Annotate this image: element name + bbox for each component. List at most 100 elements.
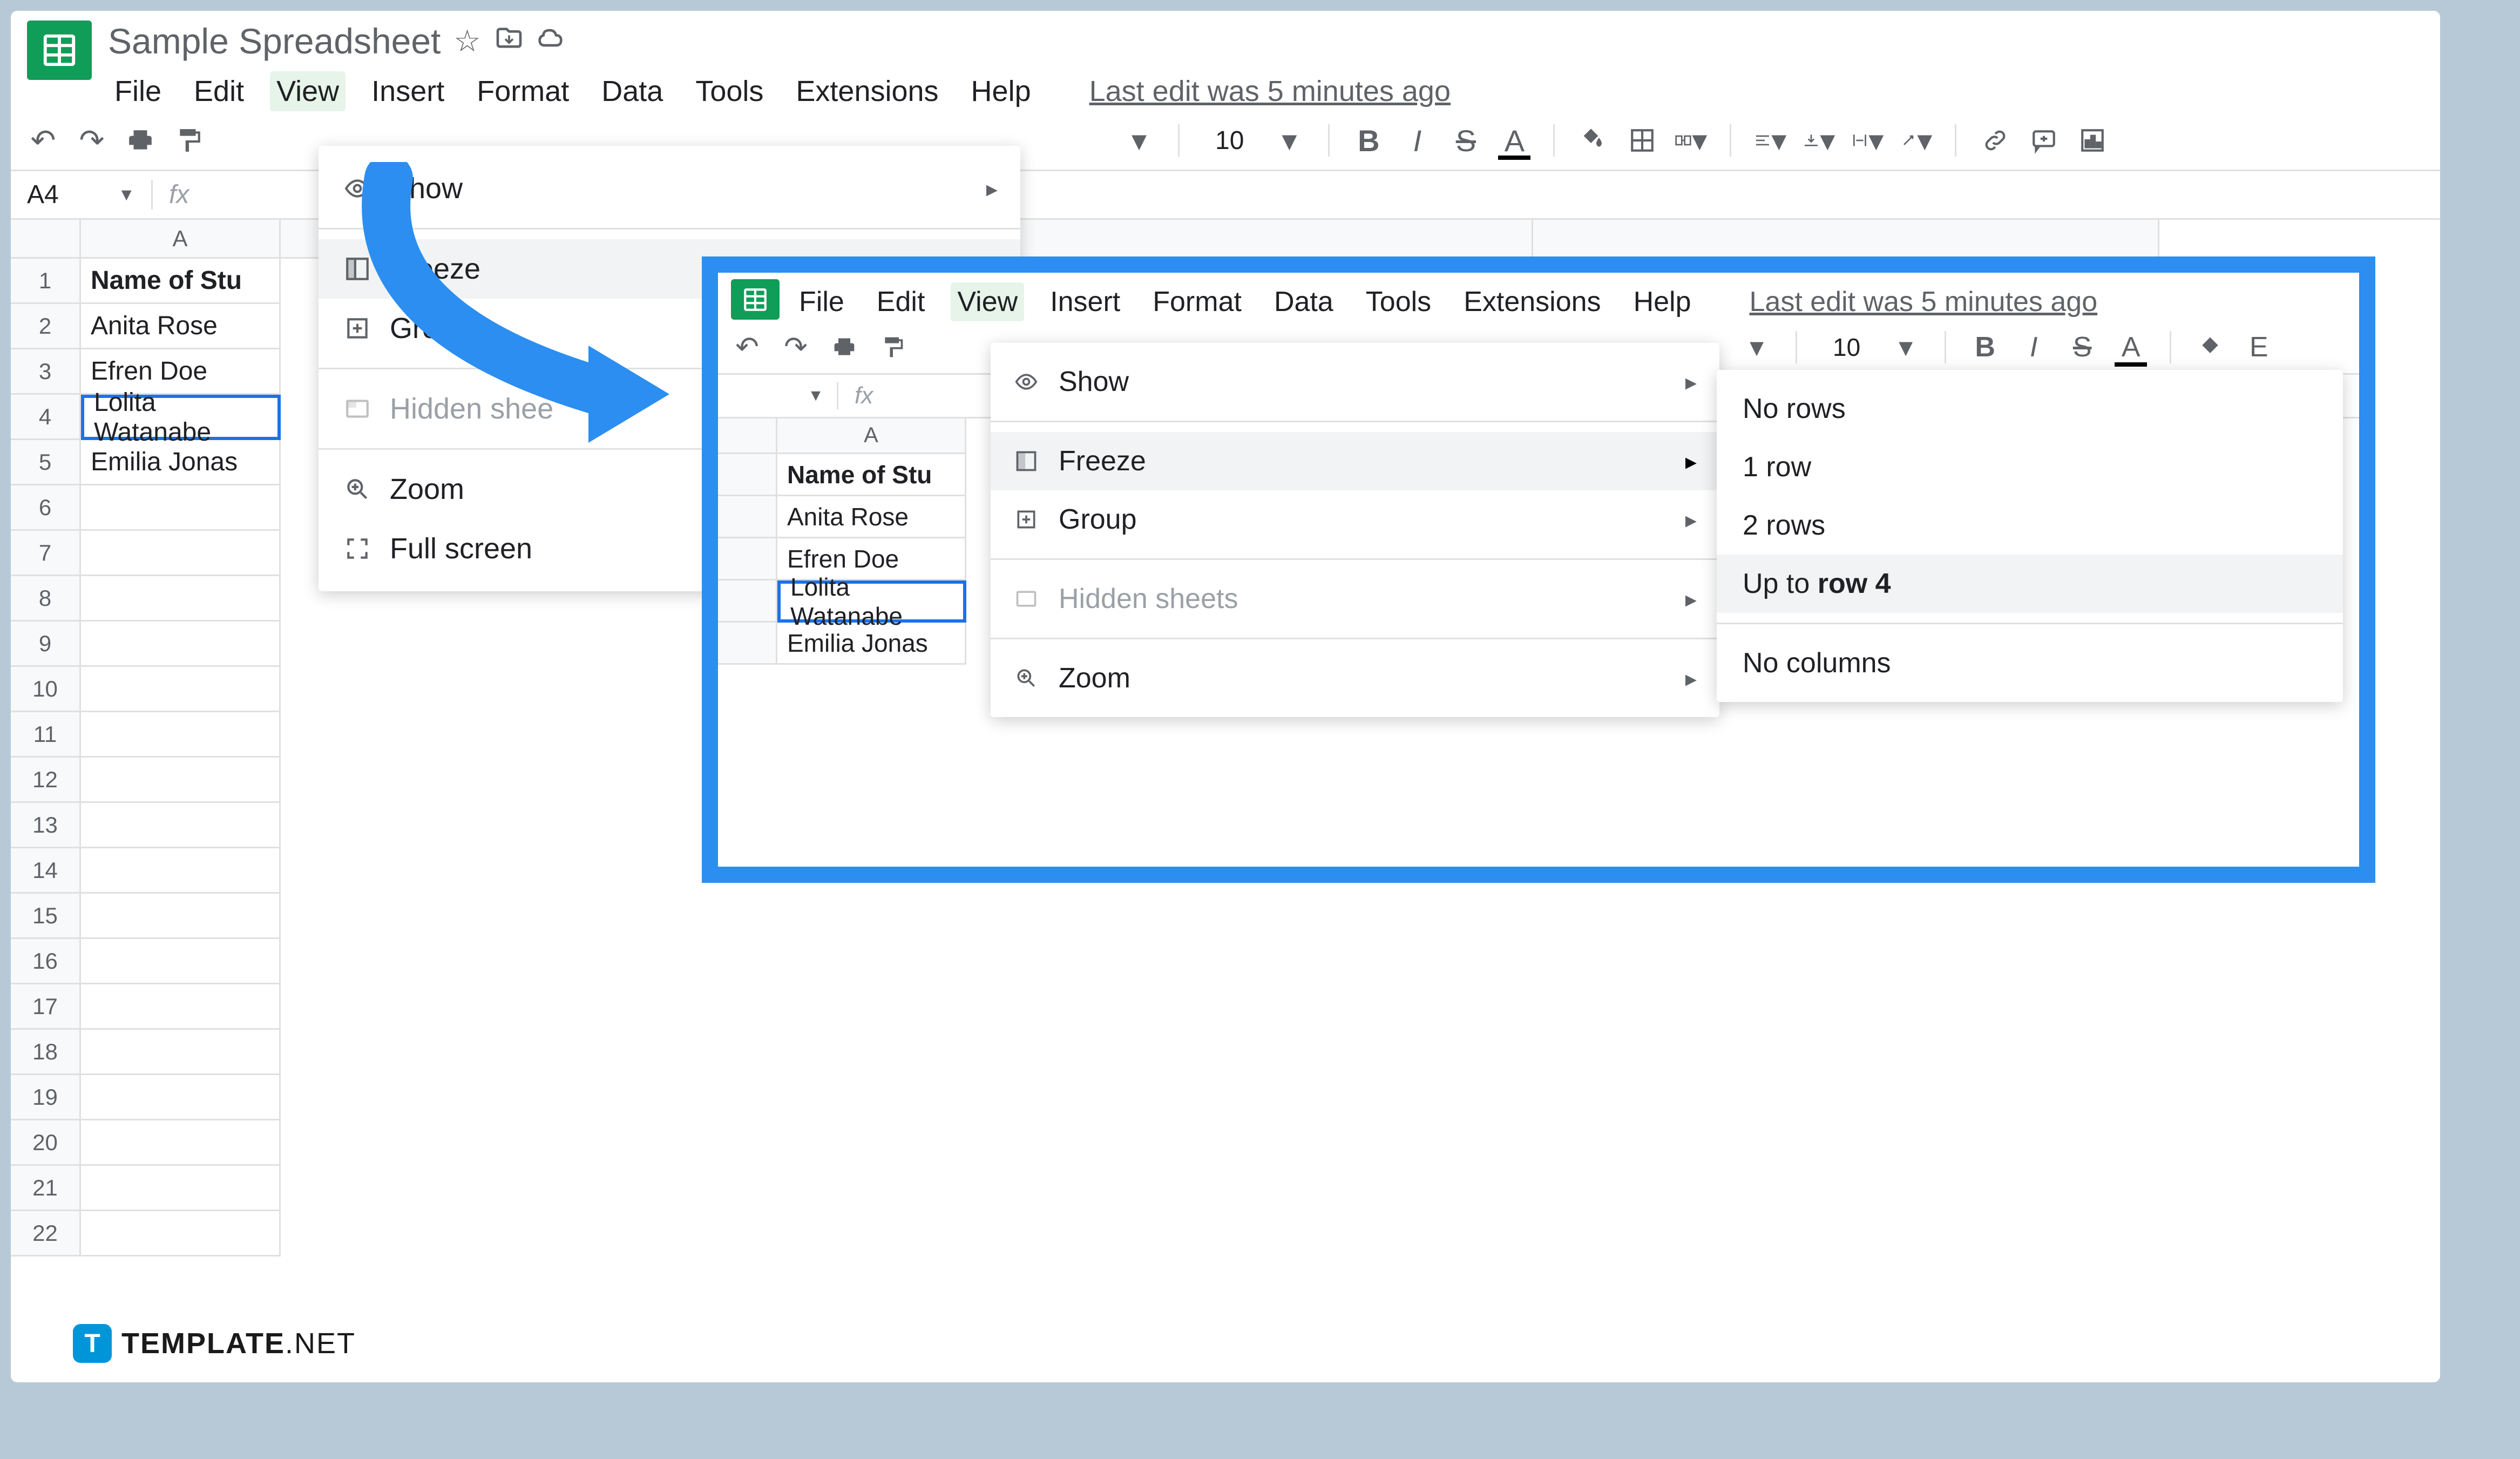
- doc-title[interactable]: Sample Spreadsheet: [108, 21, 441, 62]
- freeze-up-to-row[interactable]: Up to row 4: [1717, 555, 2343, 613]
- sheets-logo-icon[interactable]: [731, 279, 780, 320]
- row-hdr[interactable]: [718, 454, 777, 496]
- freeze-no-columns[interactable]: No columns: [1717, 634, 2343, 692]
- row-hdr[interactable]: 17: [11, 984, 81, 1030]
- font-size[interactable]: 10: [1202, 126, 1257, 156]
- menu-edit[interactable]: Edit: [870, 282, 932, 321]
- row-hdr[interactable]: 15: [11, 894, 81, 939]
- strikethrough-icon[interactable]: S: [1449, 124, 1482, 157]
- cell[interactable]: [81, 531, 281, 576]
- menu-view[interactable]: View: [270, 71, 346, 111]
- cell[interactable]: [81, 485, 281, 531]
- col-hdr-d[interactable]: [1533, 220, 2159, 259]
- menu-extensions[interactable]: Extensions: [1457, 282, 1607, 321]
- cell[interactable]: [81, 1120, 281, 1166]
- view-show[interactable]: Show▸: [319, 159, 1020, 218]
- cell-a4[interactable]: Lolita Watanabe: [81, 395, 281, 440]
- bold-icon[interactable]: B: [1352, 124, 1385, 157]
- row-hdr[interactable]: 16: [11, 939, 81, 984]
- row-hdr[interactable]: 1: [11, 259, 81, 304]
- cell-a4[interactable]: Lolita Watanabe: [777, 580, 966, 623]
- menu-format[interactable]: Format: [1146, 282, 1248, 321]
- font-size-dropdown-icon[interactable]: ▾: [1889, 331, 1922, 363]
- paint-format-icon[interactable]: [877, 331, 909, 363]
- select-all-corner[interactable]: [718, 418, 777, 454]
- zoom-dropdown[interactable]: ▾: [1740, 331, 1773, 363]
- redo-icon[interactable]: ↷: [780, 331, 812, 363]
- row-hdr[interactable]: 12: [11, 758, 81, 803]
- redo-icon[interactable]: ↷: [76, 124, 108, 157]
- row-hdr[interactable]: 10: [11, 667, 81, 712]
- menu-view[interactable]: View: [951, 282, 1024, 321]
- cell-a1[interactable]: Name of Stu: [777, 454, 966, 496]
- view-group[interactable]: Group▸: [991, 490, 1719, 549]
- row-hdr[interactable]: 5: [11, 440, 81, 485]
- freeze-2-rows[interactable]: 2 rows: [1717, 496, 2343, 555]
- view-zoom[interactable]: Zoom▸: [991, 649, 1719, 707]
- star-icon[interactable]: ☆: [453, 23, 480, 59]
- print-icon[interactable]: [124, 124, 157, 157]
- row-hdr[interactable]: 13: [11, 803, 81, 848]
- row-hdr[interactable]: [718, 580, 777, 623]
- menu-file[interactable]: File: [792, 282, 851, 321]
- valign-icon[interactable]: ▾: [1803, 124, 1835, 157]
- italic-icon[interactable]: I: [2017, 331, 2050, 363]
- halign-icon[interactable]: ▾: [1754, 124, 1786, 157]
- row-hdr[interactable]: 2: [11, 304, 81, 349]
- row-hdr[interactable]: 7: [11, 531, 81, 576]
- row-hdr[interactable]: 21: [11, 1166, 81, 1211]
- sheets-logo-icon[interactable]: [27, 21, 92, 80]
- cell[interactable]: [81, 939, 281, 984]
- view-freeze[interactable]: Freeze▸: [991, 432, 1719, 490]
- cell-a1[interactable]: Name of Stu: [81, 259, 281, 304]
- last-edit-link[interactable]: Last edit was 5 minutes ago: [1089, 75, 1451, 108]
- row-hdr[interactable]: [718, 623, 777, 665]
- paint-format-icon[interactable]: [173, 124, 205, 157]
- cell[interactable]: [81, 1030, 281, 1075]
- row-hdr[interactable]: 18: [11, 1030, 81, 1075]
- borders-icon[interactable]: E: [2243, 331, 2275, 363]
- row-hdr[interactable]: 19: [11, 1075, 81, 1120]
- text-color-icon[interactable]: A: [1498, 124, 1530, 157]
- menu-data[interactable]: Data: [595, 71, 669, 111]
- cell[interactable]: [81, 984, 281, 1030]
- menu-data[interactable]: Data: [1268, 282, 1340, 321]
- font-size-dropdown-icon[interactable]: ▾: [1273, 124, 1305, 157]
- menu-format[interactable]: Format: [470, 71, 575, 111]
- cell-a5[interactable]: Emilia Jonas: [777, 623, 966, 665]
- view-show[interactable]: Show▸: [991, 353, 1719, 411]
- menu-tools[interactable]: Tools: [1359, 282, 1438, 321]
- menu-extensions[interactable]: Extensions: [789, 71, 945, 111]
- row-hdr[interactable]: 9: [11, 622, 81, 667]
- move-icon[interactable]: [494, 23, 524, 60]
- cell[interactable]: [81, 1211, 281, 1257]
- zoom-dropdown[interactable]: ▾: [1123, 124, 1155, 157]
- cell[interactable]: [81, 667, 281, 712]
- cell[interactable]: [81, 803, 281, 848]
- strikethrough-icon[interactable]: S: [2066, 331, 2098, 363]
- bold-icon[interactable]: B: [1969, 331, 2001, 363]
- chart-icon[interactable]: [2076, 124, 2109, 157]
- print-icon[interactable]: [828, 331, 861, 363]
- row-hdr[interactable]: 8: [11, 576, 81, 622]
- cell[interactable]: [81, 848, 281, 894]
- comment-icon[interactable]: [2028, 124, 2060, 157]
- cell[interactable]: [81, 622, 281, 667]
- menu-insert[interactable]: Insert: [1044, 282, 1127, 321]
- freeze-1-row[interactable]: 1 row: [1717, 438, 2343, 496]
- italic-icon[interactable]: I: [1401, 124, 1433, 157]
- undo-icon[interactable]: ↶: [27, 124, 59, 157]
- row-hdr[interactable]: 22: [11, 1211, 81, 1257]
- menu-help[interactable]: Help: [1627, 282, 1698, 321]
- menu-tools[interactable]: Tools: [689, 71, 770, 111]
- text-color-icon[interactable]: A: [2115, 331, 2147, 363]
- cell[interactable]: [81, 1075, 281, 1120]
- row-hdr[interactable]: 14: [11, 848, 81, 894]
- row-hdr[interactable]: 20: [11, 1120, 81, 1166]
- fill-color-icon[interactable]: [1577, 124, 1610, 157]
- cell-a2[interactable]: Anita Rose: [81, 304, 281, 349]
- select-all-corner[interactable]: [11, 220, 81, 259]
- cell[interactable]: [81, 758, 281, 803]
- cell[interactable]: [81, 712, 281, 758]
- wrap-icon[interactable]: ▾: [1851, 124, 1884, 157]
